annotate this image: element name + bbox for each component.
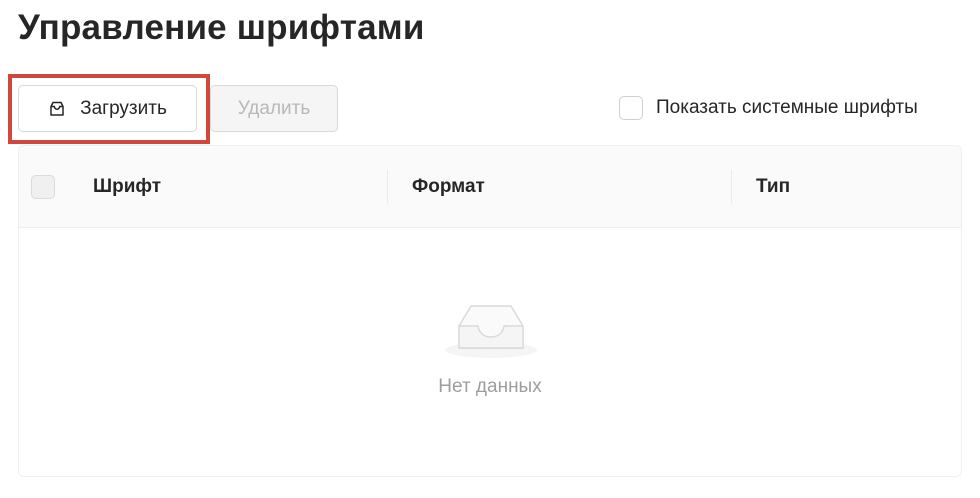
show-system-fonts-checkbox[interactable] [619,96,643,120]
upload-button-label: Загрузить [80,97,167,119]
font-management-page: Управление шрифтами Загрузить Удалить По… [0,0,980,498]
select-all-cell[interactable] [31,146,55,228]
table-header: Шрифт Формат Тип [19,146,961,228]
column-divider [387,170,388,204]
page-title: Управление шрифтами [18,8,425,47]
select-all-checkbox[interactable] [31,175,55,199]
fonts-table: Шрифт Формат Тип Нет данных [18,145,962,477]
column-header-font[interactable]: Шрифт [93,146,161,228]
upload-tray-icon [48,100,66,118]
delete-button[interactable]: Удалить [210,85,338,132]
empty-inbox-icon [443,298,539,364]
column-divider [731,170,732,204]
show-system-fonts-label: Показать системные шрифты [656,97,918,118]
column-header-format[interactable]: Формат [412,146,485,228]
show-system-fonts-toggle[interactable]: Показать системные шрифты [619,96,918,120]
delete-button-label: Удалить [237,97,311,119]
empty-state-text: Нет данных [438,376,542,397]
column-header-type[interactable]: Тип [756,146,790,228]
upload-button[interactable]: Загрузить [18,85,197,132]
empty-state: Нет данных [19,228,961,478]
